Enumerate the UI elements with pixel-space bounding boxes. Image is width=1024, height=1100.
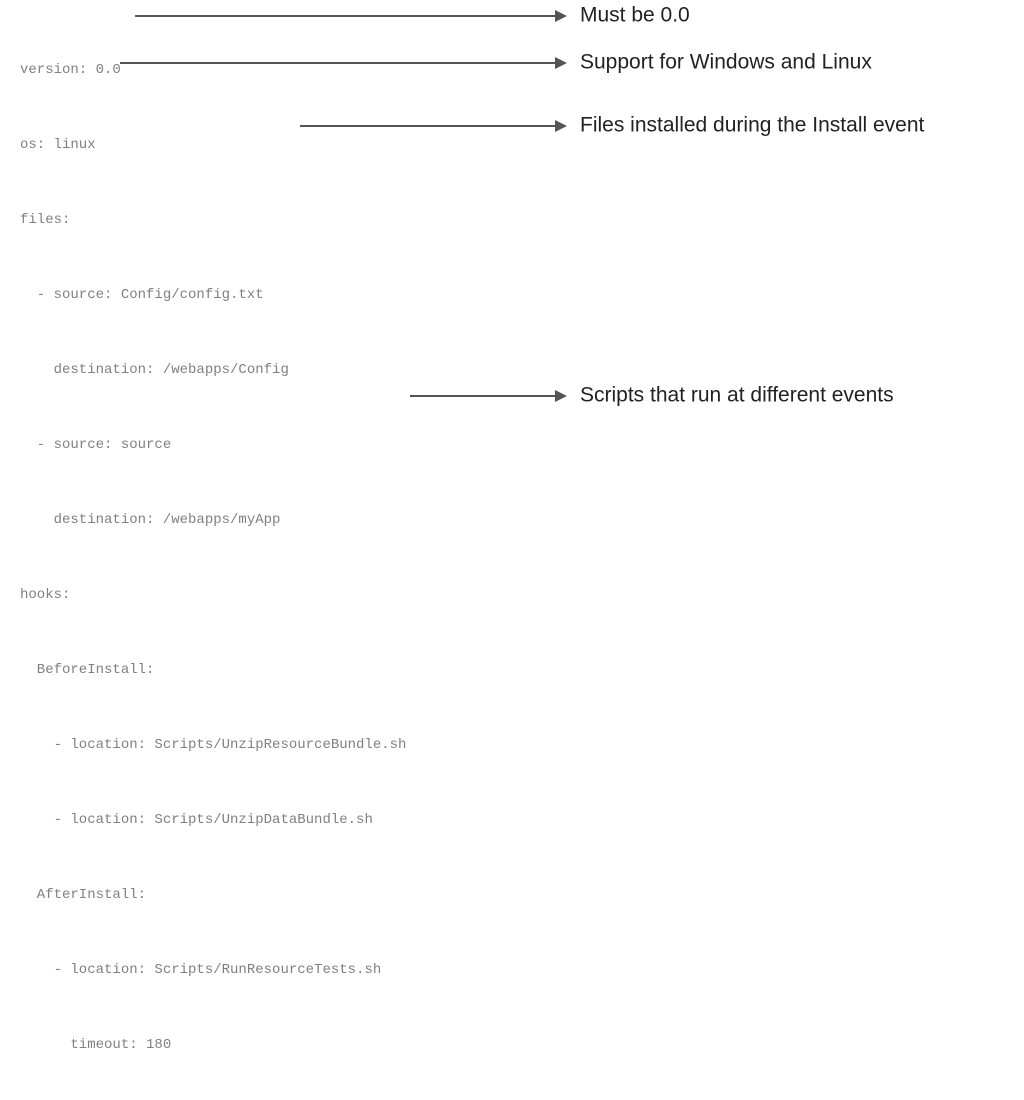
code-line-files: files: xyxy=(20,208,1024,233)
code-line-afterinstall: AfterInstall: xyxy=(20,883,1024,908)
yaml-code-block: version: 0.0 os: linux files: - source: … xyxy=(20,8,1024,1100)
code-line-file2-source: - source: source xyxy=(20,433,1024,458)
arrow-line xyxy=(135,15,555,17)
code-line-beforeinstall: BeforeInstall: xyxy=(20,658,1024,683)
code-line-hooks: hooks: xyxy=(20,583,1024,608)
arrow-right-icon xyxy=(555,120,567,132)
code-line-file1-dest: destination: /webapps/Config xyxy=(20,358,1024,383)
code-line-bi-loc1: - location: Scripts/UnzipResourceBundle.… xyxy=(20,733,1024,758)
annotation-os: Support for Windows and Linux xyxy=(580,50,872,74)
arrow-line xyxy=(120,62,555,64)
arrow-right-icon xyxy=(555,390,567,402)
code-line-file1-source: - source: Config/config.txt xyxy=(20,283,1024,308)
annotation-files: Files installed during the Install event xyxy=(580,113,924,137)
annotation-version: Must be 0.0 xyxy=(580,3,690,27)
code-line-file2-dest: destination: /webapps/myApp xyxy=(20,508,1024,533)
code-line-bi-loc2: - location: Scripts/UnzipDataBundle.sh xyxy=(20,808,1024,833)
code-line-ai-timeout: timeout: 180 xyxy=(20,1033,1024,1058)
arrow-right-icon xyxy=(555,10,567,22)
annotation-hooks: Scripts that run at different events xyxy=(580,383,894,407)
arrow-line xyxy=(410,395,555,397)
code-line-ai-loc: - location: Scripts/RunResourceTests.sh xyxy=(20,958,1024,983)
arrow-line xyxy=(300,125,555,127)
arrow-right-icon xyxy=(555,57,567,69)
